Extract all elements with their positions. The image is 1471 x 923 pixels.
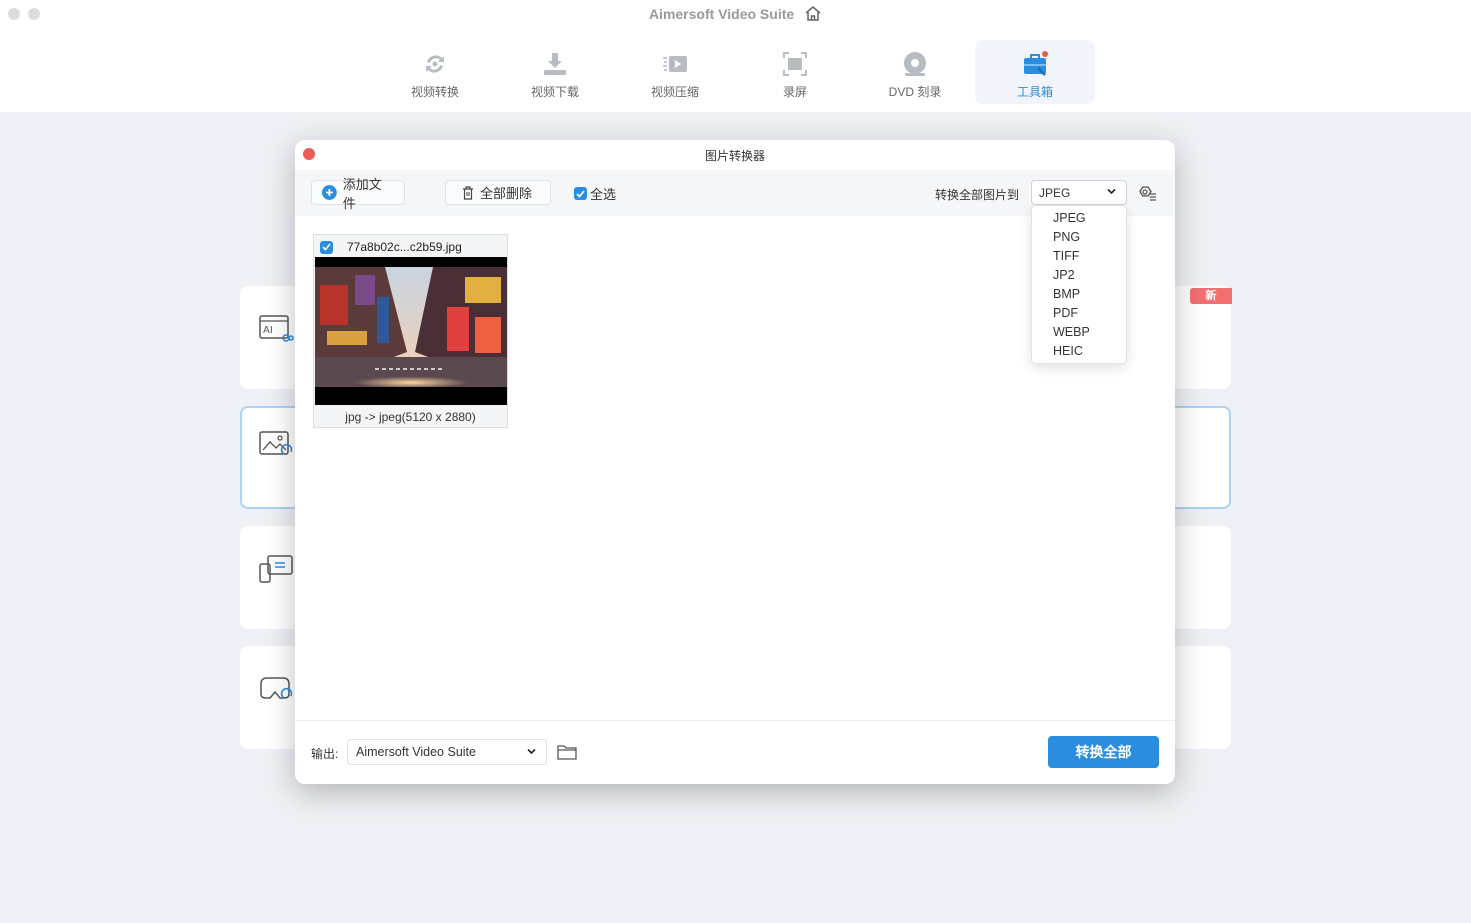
format-option-png[interactable]: PNG [1032,228,1126,247]
city-street-image [315,257,507,405]
delete-all-label: 全部删除 [480,186,533,201]
chevron-down-icon [1107,188,1116,195]
toolbox-icon [1024,51,1048,76]
chevron-down-icon [527,748,536,755]
image-convert-icon [259,431,293,455]
convert-icon [426,55,444,73]
compress-icon [663,56,687,72]
output-label: 输出: [311,747,339,761]
home-icon[interactable] [804,5,822,22]
convert-all-to-label: 转换全部图片到 [935,188,1020,202]
file-item-header: 77a8b02c...c2b59.jpg [320,240,462,254]
tab-video-download[interactable]: 视频下载 [495,40,615,104]
ai-cutout-icon: AI [259,315,294,342]
tab-toolbox[interactable]: 工具箱 [975,40,1095,104]
new-badge: 新 [1190,288,1232,304]
format-option-tiff[interactable]: TIFF [1032,247,1126,266]
folder-icon[interactable] [557,744,577,760]
tab-label: 视频转换 [410,85,459,99]
add-files-button[interactable]: 添加文件 [311,177,405,211]
settings-icon[interactable] [1137,183,1157,201]
add-files-label: 添加文件 [342,176,382,211]
add-icon [322,185,337,200]
tab-video-compress[interactable]: 视频压缩 [615,40,735,104]
tab-label: 视频下载 [530,85,579,99]
vr-convert-icon [260,677,293,699]
dialog-title: 图片转换器 [704,149,765,163]
main-nav: 视频转换 视频下载 视频压缩 录屏 DVD 刻录 工具箱 [375,40,1095,104]
output-folder-value: Aimersoft Video Suite [356,745,476,759]
format-dropdown-menu: JPEG PNG TIFF JP2 BMP PDF WEBP HEIC [1031,205,1127,364]
format-option-bmp[interactable]: BMP [1032,285,1126,304]
download-icon [544,53,566,75]
app-title-text: Aimersoft Video Suite [648,6,795,22]
dialog-footer: 输出: Aimersoft Video Suite 转换全部 [295,720,1175,784]
tab-video-convert[interactable]: 视频转换 [375,40,495,104]
file-thumbnail [315,257,507,405]
format-option-heic[interactable]: HEIC [1032,342,1126,361]
app-title: Aimersoft Video Suite [0,5,1471,22]
delete-all-button[interactable]: 全部删除 [445,180,551,205]
trash-icon [463,185,473,200]
dvd-icon [904,52,926,76]
app-header: Aimersoft Video Suite 视频转换 视频下载 视频压缩 录屏 … [0,0,1471,112]
tab-label: DVD 刻录 [888,85,942,99]
tab-label: 视频压缩 [650,85,699,99]
format-select[interactable]: JPEG [1031,180,1127,205]
format-option-pdf[interactable]: PDF [1032,304,1126,323]
output-folder-select[interactable]: Aimersoft Video Suite [347,739,547,765]
file-item-card[interactable]: 77a8b02c...c2b59.jpg jpg -> jpeg(5120 x … [313,234,508,428]
device-transfer-icon [259,555,293,583]
convert-all-button[interactable]: 转换全部 [1048,736,1159,768]
file-conversion-info: jpg -> jpeg(5120 x 2880) [345,410,476,424]
tab-screen-record[interactable]: 录屏 [735,40,855,104]
select-all-label: 全选 [590,187,617,202]
checkbox-checked-icon [574,187,587,200]
file-checkbox[interactable] [320,240,333,254]
format-selected-value: JPEG [1039,185,1071,200]
format-option-jp2[interactable]: JP2 [1032,266,1126,285]
format-option-jpeg[interactable]: JPEG [1032,209,1126,228]
tab-dvd-burn[interactable]: DVD 刻录 [855,40,975,104]
tab-label: 工具箱 [1016,85,1053,99]
tab-label: 录屏 [782,85,807,99]
svg-text:AI: AI [263,325,273,336]
screen-record-icon [783,52,807,76]
select-all-checkbox[interactable]: 全选 [574,184,616,203]
file-name: 77a8b02c...c2b59.jpg [347,240,462,254]
format-option-webp[interactable]: WEBP [1032,323,1126,342]
